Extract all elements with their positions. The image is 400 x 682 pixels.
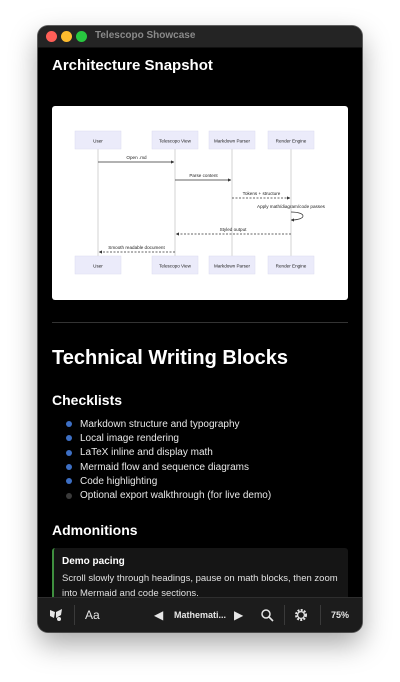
checklist-item-label: Local image rendering bbox=[80, 432, 179, 444]
checklist-item-label: Markdown structure and typography bbox=[80, 418, 240, 430]
close-window-button[interactable] bbox=[46, 31, 57, 42]
participant-label: Telescopo View bbox=[159, 139, 192, 144]
zoom-window-button[interactable] bbox=[76, 31, 87, 42]
checklist-item: Optional export walkthrough (for live de… bbox=[66, 488, 271, 502]
checkbox[interactable] bbox=[66, 435, 72, 442]
sidebar-toggle-button[interactable] bbox=[48, 598, 64, 632]
checklist-item-label: LaTeX inline and display math bbox=[80, 447, 213, 459]
checkbox[interactable] bbox=[66, 421, 72, 428]
current-section-title[interactable]: Mathemati... bbox=[174, 598, 226, 632]
heading-architecture-snapshot: Architecture Snapshot bbox=[52, 57, 213, 74]
app-window: Telescopo Showcase Architecture Snapshot… bbox=[38, 26, 362, 632]
participant-label: User bbox=[93, 264, 103, 269]
admonition-callout: Demo pacing Scroll slowly through headin… bbox=[52, 548, 348, 598]
message-label: Tokens + structure bbox=[243, 191, 281, 196]
checklist: Markdown structure and typography Local … bbox=[66, 417, 271, 503]
current-section-label: Mathemati... bbox=[174, 610, 227, 620]
admonition-title: Demo pacing bbox=[62, 556, 125, 567]
title-bar: Telescopo Showcase bbox=[38, 26, 362, 48]
next-section-button[interactable]: ▶ bbox=[234, 598, 243, 632]
participant-label: Markdown Parser bbox=[214, 139, 250, 144]
admonition-body: Scroll slowly through headings, pause on… bbox=[62, 571, 340, 598]
font-settings-button[interactable]: Aa bbox=[85, 598, 100, 632]
previous-section-button[interactable]: ◀ bbox=[154, 598, 163, 632]
sequence-diagram-svg: User User Telescopo View Telescopo View Mark… bbox=[74, 130, 326, 275]
window-title: Telescopo Showcase bbox=[95, 30, 196, 41]
toolbar-separator bbox=[74, 605, 75, 625]
minimize-window-button[interactable] bbox=[61, 31, 72, 42]
heading-admonitions: Admonitions bbox=[52, 522, 138, 538]
checkbox[interactable] bbox=[66, 492, 72, 499]
admonition-line: Scroll slowly through headings, pause on… bbox=[62, 573, 338, 584]
search-button[interactable] bbox=[260, 598, 274, 632]
section-divider bbox=[52, 322, 348, 323]
checklist-item: Markdown structure and typography bbox=[66, 417, 271, 431]
participant-label: Render Engine bbox=[276, 139, 307, 144]
checklist-item: Mermaid flow and sequence diagrams bbox=[66, 460, 271, 474]
checklist-item: LaTeX inline and display math bbox=[66, 446, 271, 460]
message-label: Apply math/diagram/code passes bbox=[257, 204, 326, 209]
participant-label: User bbox=[93, 139, 103, 144]
zoom-level[interactable]: 75% bbox=[331, 598, 349, 632]
document-view[interactable]: Architecture Snapshot User User Telescopo … bbox=[38, 48, 362, 598]
checklist-item-label: Optional export walkthrough (for live de… bbox=[80, 490, 272, 502]
triangle-left-icon: ◀ bbox=[154, 608, 164, 622]
font-settings-label: Aa bbox=[85, 608, 100, 622]
zoom-level-label: 75% bbox=[331, 610, 350, 620]
message-label: Smooth readable document bbox=[108, 245, 165, 250]
toolbar-separator bbox=[320, 605, 321, 625]
gear-icon bbox=[295, 609, 307, 621]
heading-checklists: Checklists bbox=[52, 392, 123, 408]
checklist-item-label: Code highlighting bbox=[80, 475, 158, 487]
triangle-right-icon: ▶ bbox=[234, 608, 244, 622]
message-arrow bbox=[290, 211, 304, 222]
message-label: Open .md bbox=[126, 155, 147, 160]
heading-technical-writing-blocks: Technical Writing Blocks bbox=[52, 347, 288, 369]
search-icon bbox=[261, 609, 274, 622]
message-label: Styled output bbox=[220, 227, 248, 232]
checkbox[interactable] bbox=[66, 464, 72, 471]
message-label: Parse content bbox=[189, 173, 218, 178]
app-logo-icon bbox=[50, 609, 62, 621]
settings-button[interactable] bbox=[293, 598, 309, 632]
checklist-item-label: Mermaid flow and sequence diagrams bbox=[80, 461, 249, 473]
participant-label: Render Engine bbox=[276, 264, 307, 269]
checkbox[interactable] bbox=[66, 449, 72, 456]
sequence-diagram[interactable]: User User Telescopo View Telescopo View Mark… bbox=[52, 106, 348, 300]
participant-label: Telescopo View bbox=[159, 264, 192, 269]
toolbar-separator bbox=[284, 605, 285, 625]
participant-label: Markdown Parser bbox=[214, 264, 250, 269]
bottom-toolbar: Aa ◀ Mathemati... ▶ 75% bbox=[38, 597, 362, 632]
checklist-item: Local image rendering bbox=[66, 431, 271, 445]
checklist-item: Code highlighting bbox=[66, 474, 271, 488]
checkbox[interactable] bbox=[66, 478, 72, 485]
